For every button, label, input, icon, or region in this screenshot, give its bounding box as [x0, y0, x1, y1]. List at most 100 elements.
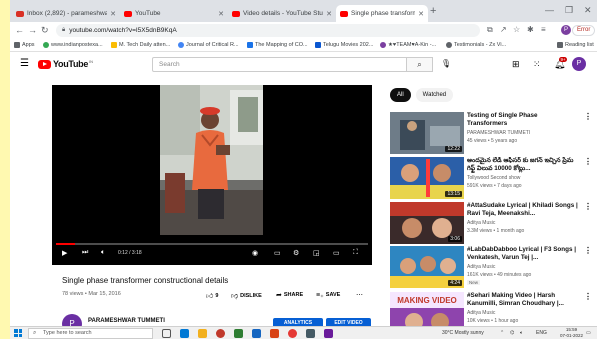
- next-icon[interactable]: ⏭︎: [82, 249, 88, 257]
- apps-icon[interactable]: ⁙: [533, 59, 541, 70]
- browser-profile-avatar[interactable]: P: [561, 25, 571, 35]
- minimize-icon[interactable]: —: [545, 5, 554, 15]
- fullscreen-icon[interactable]: ⛶: [353, 249, 358, 257]
- install-icon[interactable]: ⧉: [487, 25, 493, 35]
- more-vert-icon[interactable]: ⋮: [584, 157, 592, 166]
- close-icon[interactable]: ✕: [218, 10, 224, 18]
- bookmark-star-icon[interactable]: ☆: [513, 25, 520, 34]
- notifications-icon[interactable]: ▭: [586, 330, 591, 336]
- app-icon[interactable]: [306, 329, 315, 338]
- bookmark-item[interactable]: www.indianpostexa...: [43, 42, 103, 48]
- recommended-title[interactable]: #AttaSudake Lyrical | Khiladi Songs | Ra…: [467, 202, 579, 218]
- search-input[interactable]: Search: [152, 57, 407, 72]
- recommended-title[interactable]: అందమైన లేడీ ఆఫీసర్ కు జగన్ ఇచ్చిన ప్రేమ …: [467, 157, 579, 173]
- excel-icon[interactable]: [234, 329, 243, 338]
- app-icon[interactable]: [324, 329, 333, 338]
- close-icon[interactable]: ✕: [326, 10, 332, 18]
- save-button[interactable]: ≡₊ SAVE: [316, 291, 340, 299]
- video-thumbnail[interactable]: 13:15: [390, 157, 464, 199]
- edge-icon[interactable]: [180, 329, 189, 338]
- tab-current-video[interactable]: Single phase transformer co... ✕: [336, 5, 428, 22]
- share-icon[interactable]: ↗: [500, 25, 507, 34]
- bookmark-apps[interactable]: Apps: [14, 42, 35, 48]
- reading-list[interactable]: Reading list: [557, 42, 594, 48]
- powerpoint-icon[interactable]: [270, 329, 279, 338]
- task-view-icon[interactable]: [162, 329, 171, 338]
- recommended-channel[interactable]: Aditya Music: [467, 220, 495, 226]
- video-frame[interactable]: [160, 85, 263, 235]
- bookmark-item[interactable]: M. Tech Daily atten...: [111, 42, 170, 48]
- miniplayer-icon[interactable]: ◲: [313, 249, 320, 257]
- theater-mode-icon[interactable]: ▭: [333, 249, 340, 257]
- play-icon[interactable]: ▶: [62, 249, 67, 257]
- progress-bar[interactable]: [56, 243, 368, 245]
- menu-icon[interactable]: ☰: [20, 58, 29, 69]
- channel-name[interactable]: PARAMESHWAR TUMMETI: [88, 318, 165, 324]
- weather-widget[interactable]: 30°C Mostly sunny: [442, 330, 484, 336]
- tab-gmail[interactable]: Inbox (2,892) - parameshwar@... ✕: [12, 5, 120, 22]
- recommended-video[interactable]: 13:15 అందమైన లేడీ ఆఫీసర్ కు జగన్ ఇచ్చిన …: [390, 157, 592, 201]
- bookmark-item[interactable]: ★♥TEAM♥A-Kin -...: [380, 42, 436, 48]
- subtitles-icon[interactable]: ▭: [274, 249, 281, 257]
- bookmark-item[interactable]: Telugu Movies 202...: [315, 42, 373, 48]
- language-indicator[interactable]: ENG: [536, 330, 547, 336]
- taskbar-search-input[interactable]: ⌕ Type here to search: [28, 328, 153, 339]
- close-window-icon[interactable]: ✕: [584, 5, 592, 16]
- recommended-title[interactable]: #LabDabDabboo Lyrical | F3 Songs | Venka…: [467, 246, 579, 262]
- video-thumbnail[interactable]: 3:06: [390, 202, 464, 244]
- bookmark-item[interactable]: Journal of Critical R...: [178, 42, 239, 48]
- more-vert-icon[interactable]: ⋮: [584, 246, 592, 255]
- search-button[interactable]: ⌕: [407, 57, 433, 72]
- video-thumbnail[interactable]: 4:24: [390, 246, 464, 288]
- video-player[interactable]: ▶ ⏭︎ 🔈︎ 0:12 / 3:18 ◉ ▭ ⚙ ◲ ▭ ⛶: [52, 85, 372, 265]
- recommended-title[interactable]: Testing of Single Phase Transformers: [467, 112, 579, 128]
- forward-icon[interactable]: →: [28, 25, 37, 35]
- tray-chevron-icon[interactable]: ⌃: [500, 330, 504, 336]
- address-bar[interactable]: 🔒︎ youtube.com/watch?v=I5X5dnB9KqA: [56, 24, 480, 37]
- recommended-video[interactable]: 4:24 #LabDabDabboo Lyrical | F3 Songs | …: [390, 246, 592, 290]
- extension-icon[interactable]: ✱: [527, 25, 534, 34]
- back-icon[interactable]: ←: [15, 25, 24, 35]
- dislike-button[interactable]: 👎︎ DISLIKE: [231, 291, 262, 301]
- speaker-icon[interactable]: 🔈︎: [520, 330, 523, 336]
- reload-icon[interactable]: ↻: [41, 25, 49, 36]
- recommended-channel[interactable]: Tollywood Second show: [467, 175, 520, 181]
- recommended-channel[interactable]: PARAMESHWAR TUMMETI: [467, 130, 530, 136]
- word-icon[interactable]: [252, 329, 261, 338]
- settings-gear-icon[interactable]: ⚙: [293, 249, 299, 257]
- chrome-icon-2[interactable]: [288, 329, 297, 338]
- bookmark-item[interactable]: The Mapping of CO...: [247, 42, 308, 48]
- share-button[interactable]: ➦ SHARE: [276, 291, 303, 299]
- clock[interactable]: 15:59 07-01-2022: [560, 327, 583, 339]
- recommended-title[interactable]: #Sehari Making Video | Harsh Kanumilli, …: [467, 292, 579, 308]
- maximize-icon[interactable]: ❐: [565, 5, 573, 16]
- tab-youtube[interactable]: YouTube ✕: [120, 5, 228, 22]
- recommended-video[interactable]: 3:06 #AttaSudake Lyrical | Khiladi Songs…: [390, 202, 592, 246]
- video-thumbnail[interactable]: 12:22: [390, 112, 464, 154]
- recommended-video[interactable]: 12:22 Testing of Single Phase Transforme…: [390, 112, 592, 156]
- youtube-logo[interactable]: YouTube IN: [38, 59, 93, 69]
- autoplay-toggle[interactable]: ◉: [252, 249, 258, 257]
- like-button[interactable]: 👍︎ 9: [206, 291, 218, 301]
- new-tab-icon[interactable]: +: [430, 5, 436, 17]
- more-actions-button[interactable]: ⋯: [356, 291, 365, 299]
- close-icon[interactable]: ✕: [418, 10, 424, 18]
- volume-icon[interactable]: 🔈︎: [101, 249, 105, 257]
- create-video-icon[interactable]: ⊞: [512, 59, 520, 70]
- more-vert-icon[interactable]: ⋮: [584, 112, 592, 121]
- media-icon[interactable]: ≡: [541, 25, 546, 34]
- chip-watched[interactable]: Watched: [415, 88, 454, 102]
- recommended-channel[interactable]: Aditya Music: [467, 310, 495, 316]
- tab-studio[interactable]: Video details - YouTube Stu... ✕: [228, 5, 336, 22]
- chip-all[interactable]: All: [390, 88, 411, 102]
- bookmark-item[interactable]: Testimonials - Zx Vi...: [446, 42, 506, 48]
- chrome-icon[interactable]: [216, 329, 225, 338]
- more-vert-icon[interactable]: ⋮: [584, 202, 592, 211]
- microphone-icon[interactable]: 🎙︎: [441, 59, 451, 68]
- error-button[interactable]: Error: [572, 25, 596, 36]
- windows-start-icon[interactable]: [14, 329, 22, 337]
- close-icon[interactable]: ✕: [110, 10, 116, 18]
- recommended-channel[interactable]: Aditya Music: [467, 264, 495, 270]
- file-explorer-icon[interactable]: [198, 329, 207, 338]
- network-icon[interactable]: ⌬: [510, 330, 514, 336]
